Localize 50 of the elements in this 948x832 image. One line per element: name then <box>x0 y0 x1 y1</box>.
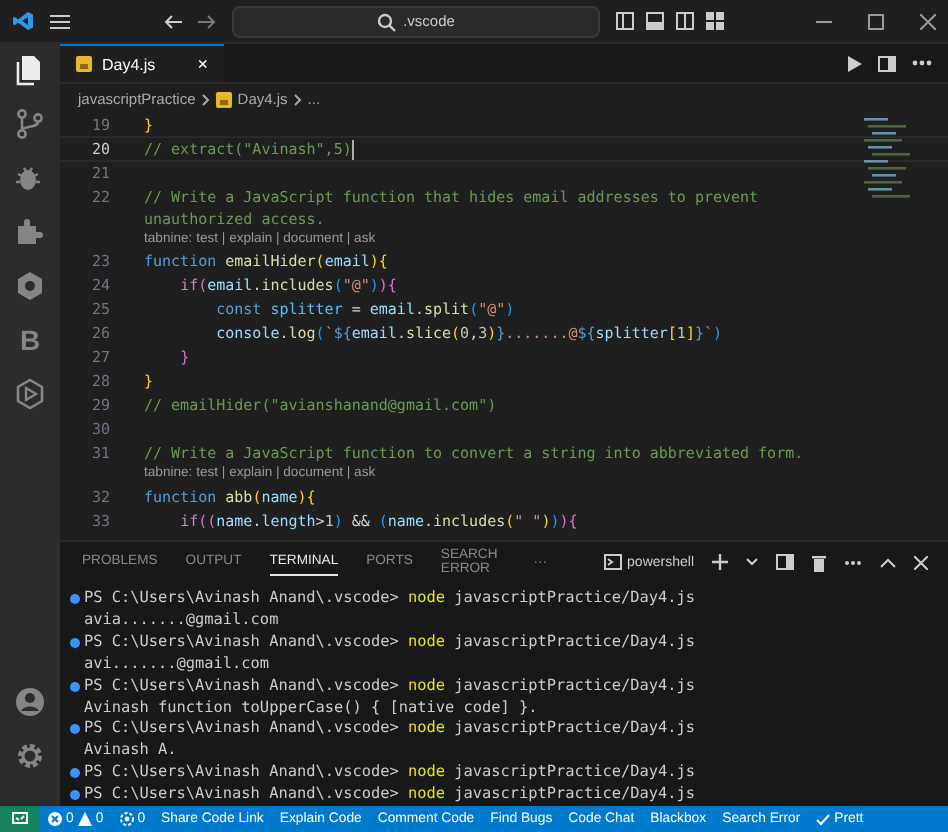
menu-icon[interactable] <box>50 13 70 29</box>
more-icon[interactable] <box>844 559 862 565</box>
split-terminal-icon[interactable] <box>776 554 794 570</box>
bug-icon[interactable] <box>14 162 46 194</box>
error-icon <box>48 812 62 826</box>
status-dot <box>70 768 80 779</box>
close-tab-button[interactable]: × <box>197 54 208 74</box>
split-layout-icon[interactable] <box>675 12 693 30</box>
remote-icon <box>12 812 28 826</box>
close-icon[interactable] <box>914 555 928 569</box>
status-dot <box>70 724 80 735</box>
check-icon <box>816 813 831 825</box>
chevron-down-icon[interactable] <box>746 558 758 566</box>
chevron-up-icon[interactable] <box>880 557 896 567</box>
chevron-right-icon <box>293 93 302 105</box>
status-dot <box>70 790 80 801</box>
split-editor-icon[interactable] <box>878 55 896 71</box>
javascript-file-icon <box>215 91 232 107</box>
blackbox-letter-icon[interactable]: B <box>19 324 41 356</box>
editor-tab[interactable]: Day4.js × <box>60 44 224 82</box>
trash-icon[interactable] <box>812 553 826 571</box>
close-icon[interactable] <box>920 13 936 29</box>
maximize-icon[interactable] <box>868 13 884 29</box>
hexagon-icon[interactable] <box>14 270 46 302</box>
radio-tower-icon <box>119 812 134 826</box>
javascript-file-icon <box>76 56 92 72</box>
extensions-icon[interactable] <box>14 216 46 248</box>
plus-icon[interactable] <box>712 554 728 570</box>
vscode-logo-icon <box>12 10 34 32</box>
chevron-right-icon <box>201 93 210 105</box>
account-icon[interactable] <box>14 686 46 718</box>
settings-icon[interactable] <box>14 740 46 772</box>
play-hexagon-icon[interactable] <box>14 378 46 410</box>
forward-arrow-icon[interactable] <box>197 13 215 29</box>
layout-grid-icon[interactable] <box>705 12 723 30</box>
remote-button[interactable] <box>0 806 40 832</box>
sidebar-toggle-icon[interactable] <box>615 12 633 30</box>
status-dot <box>70 681 80 692</box>
more-icon[interactable] <box>912 60 932 66</box>
text-cursor <box>351 139 354 160</box>
status-dot <box>70 637 80 648</box>
source-control-icon[interactable] <box>14 108 46 140</box>
panel-toggle-icon[interactable] <box>645 12 663 30</box>
run-icon[interactable] <box>848 55 862 71</box>
back-arrow-icon[interactable] <box>163 13 181 29</box>
files-icon[interactable] <box>14 54 46 86</box>
search-icon <box>375 11 396 31</box>
terminal-icon <box>603 554 622 570</box>
status-dot <box>70 593 80 604</box>
warning-icon <box>77 812 92 826</box>
